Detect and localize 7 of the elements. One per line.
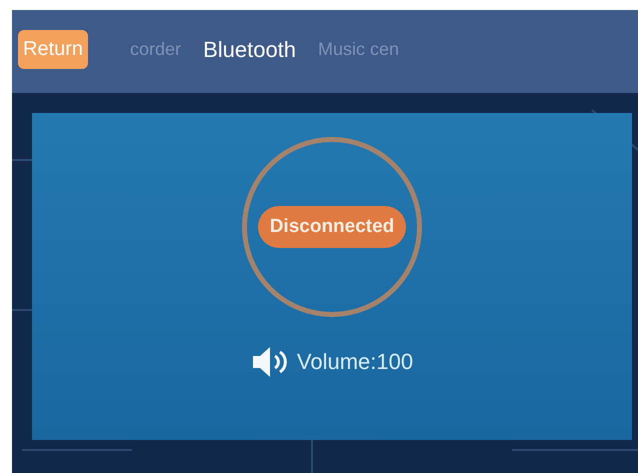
tab[interactable]: corder bbox=[130, 39, 182, 60]
status-badge: Disconnected bbox=[258, 206, 406, 248]
tab[interactable]: Music cen bbox=[318, 39, 400, 60]
volume-label: Volume:100 bbox=[296, 349, 414, 375]
tab[interactable]: Bluetooth bbox=[203, 36, 296, 62]
speaker-icon bbox=[250, 345, 287, 379]
return-button[interactable]: Return bbox=[18, 30, 88, 69]
